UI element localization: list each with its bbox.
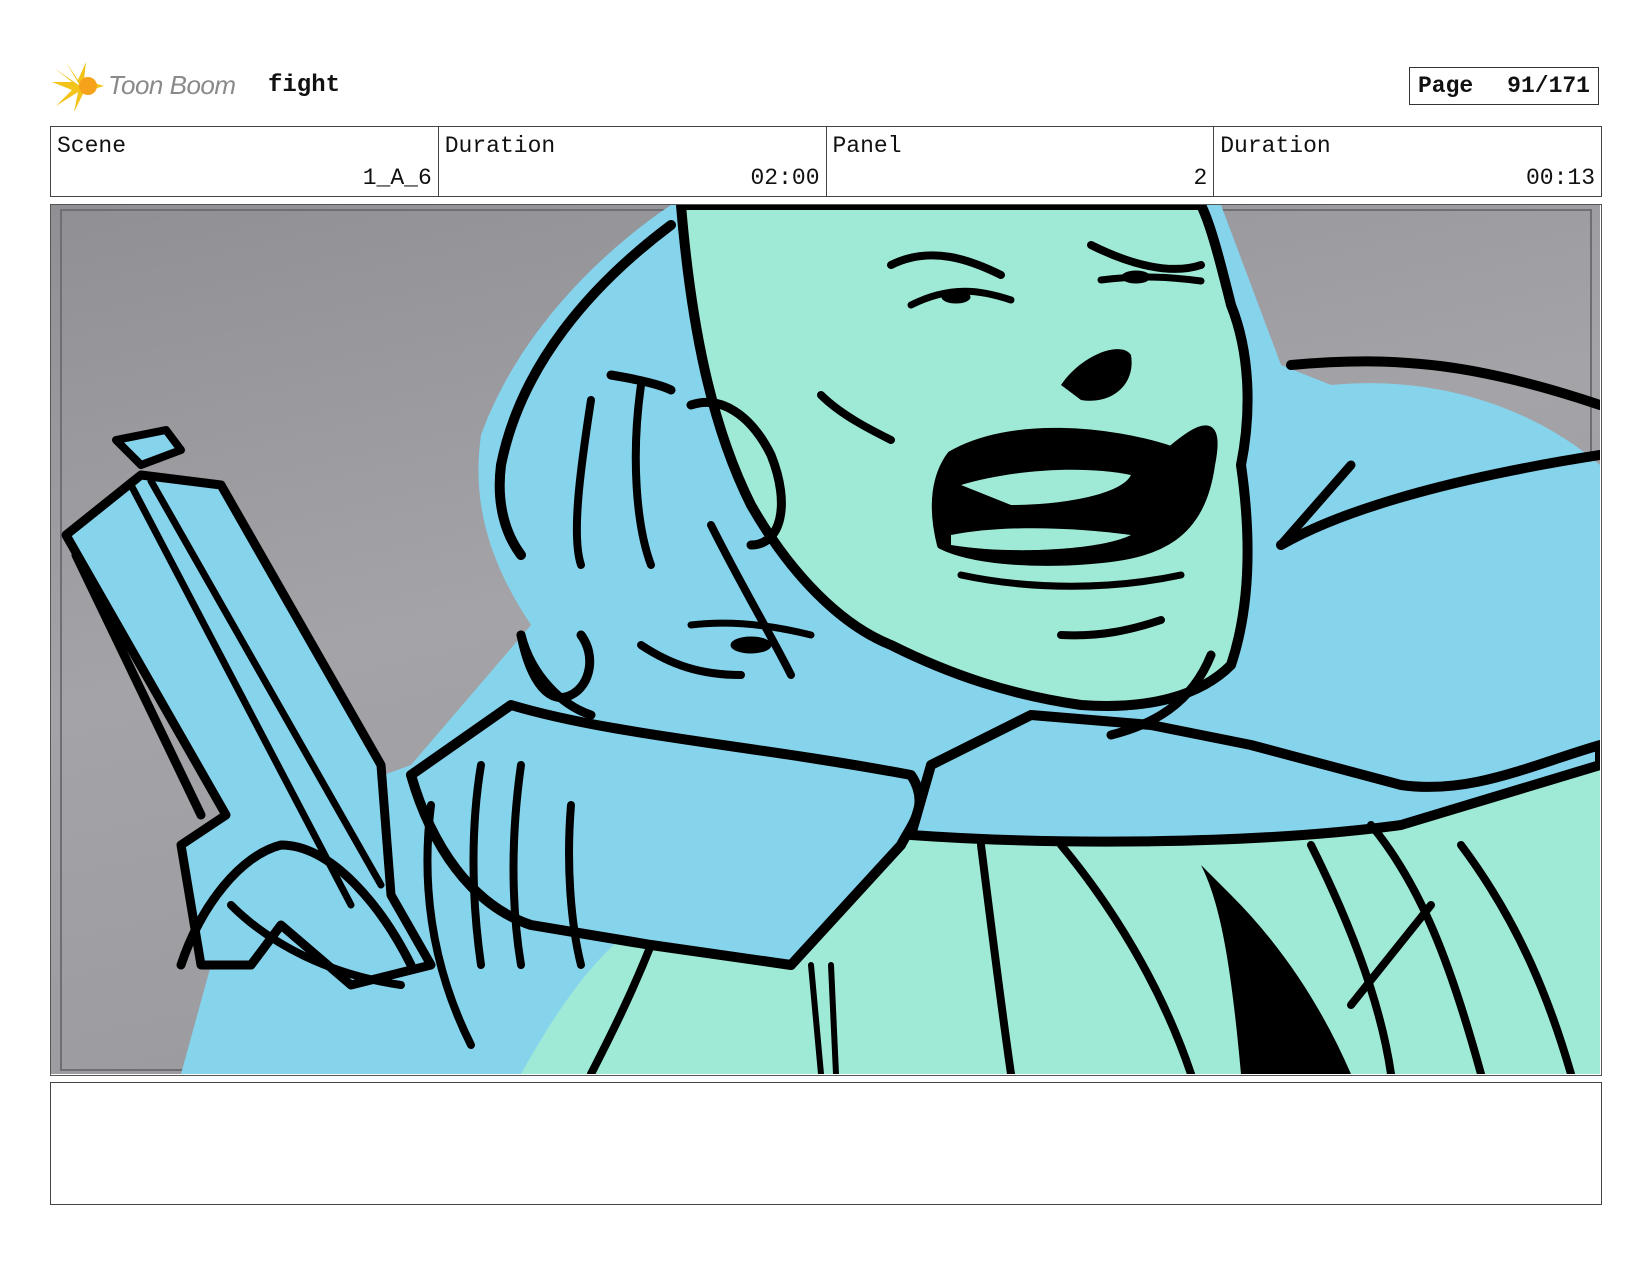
panel-duration-value: 00:13: [1525, 165, 1595, 191]
scene-duration-label: Duration: [444, 133, 556, 159]
toon-boom-logo: Toon Boom: [52, 60, 252, 112]
page-indicator: Page 91/171: [1409, 67, 1599, 105]
brand-name: Toon Boom: [108, 70, 236, 100]
scene-duration-cell: Duration 02:00: [439, 127, 827, 196]
scene-value: 1_A_6: [362, 165, 432, 191]
scene-duration-value: 02:00: [750, 165, 820, 191]
panel-label: Panel: [832, 133, 902, 159]
panel-cell: Panel 2: [827, 127, 1215, 196]
page-number: 91/171: [1507, 73, 1590, 99]
project-title: fight: [268, 72, 341, 99]
scene-label: Scene: [57, 133, 127, 159]
panel-drawing: [51, 205, 1600, 1074]
panel-info-bar: Scene 1_A_6 Duration 02:00 Panel 2 Durat…: [50, 126, 1602, 197]
page-label: Page: [1418, 73, 1474, 99]
panel-duration-label: Duration: [1220, 133, 1331, 159]
panel-duration-cell: Duration 00:13: [1214, 127, 1601, 196]
panel-value: 2: [1193, 165, 1208, 191]
storyboard-frame[interactable]: [50, 204, 1602, 1076]
starburst-icon: [52, 62, 104, 112]
panel-notes[interactable]: [50, 1082, 1602, 1205]
scene-cell: Scene 1_A_6: [51, 127, 439, 196]
